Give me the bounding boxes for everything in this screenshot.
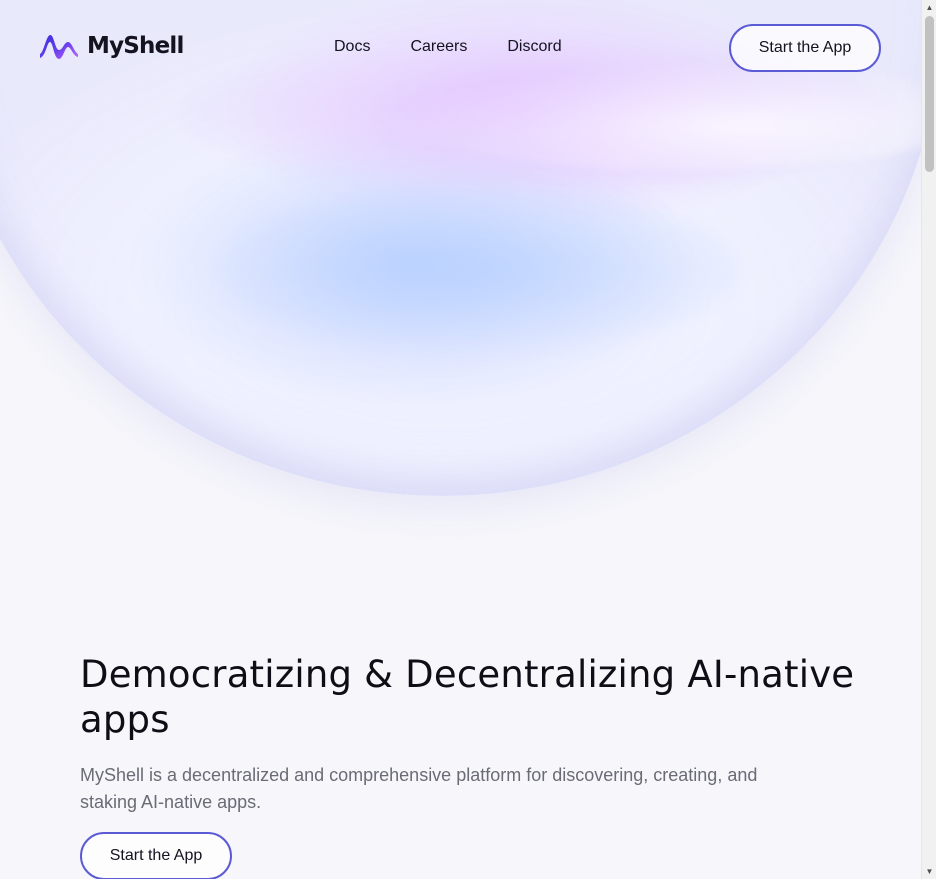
nav-link-docs[interactable]: Docs [334, 38, 370, 56]
start-app-button-header[interactable]: Start the App [729, 24, 881, 72]
brand-name: MyShell [87, 33, 184, 59]
page-scrollbar[interactable]: ▲ ▼ [921, 0, 936, 879]
main-nav: Docs Careers Discord [334, 38, 562, 56]
site-header: MyShell Docs Careers Discord Start the A… [0, 0, 921, 96]
brand-logo-link[interactable]: MyShell [40, 32, 184, 60]
nav-link-careers[interactable]: Careers [410, 38, 467, 56]
scrollbar-thumb[interactable] [925, 16, 934, 172]
myshell-logo-icon [40, 34, 78, 59]
scroll-down-arrow-icon[interactable]: ▼ [922, 864, 936, 879]
sphere-highlight-blue [220, 190, 740, 350]
nav-link-discord[interactable]: Discord [507, 38, 561, 56]
hero-title: Democratizing & Decentralizing AI-native… [80, 653, 855, 741]
scroll-up-arrow-icon[interactable]: ▲ [922, 0, 936, 15]
hero-section: Democratizing & Decentralizing AI-native… [80, 652, 880, 879]
start-app-button-hero[interactable]: Start the App [80, 832, 232, 879]
hero-subtitle: MyShell is a decentralized and comprehen… [80, 765, 758, 812]
page-viewport: MyShell Docs Careers Discord Start the A… [0, 0, 921, 879]
